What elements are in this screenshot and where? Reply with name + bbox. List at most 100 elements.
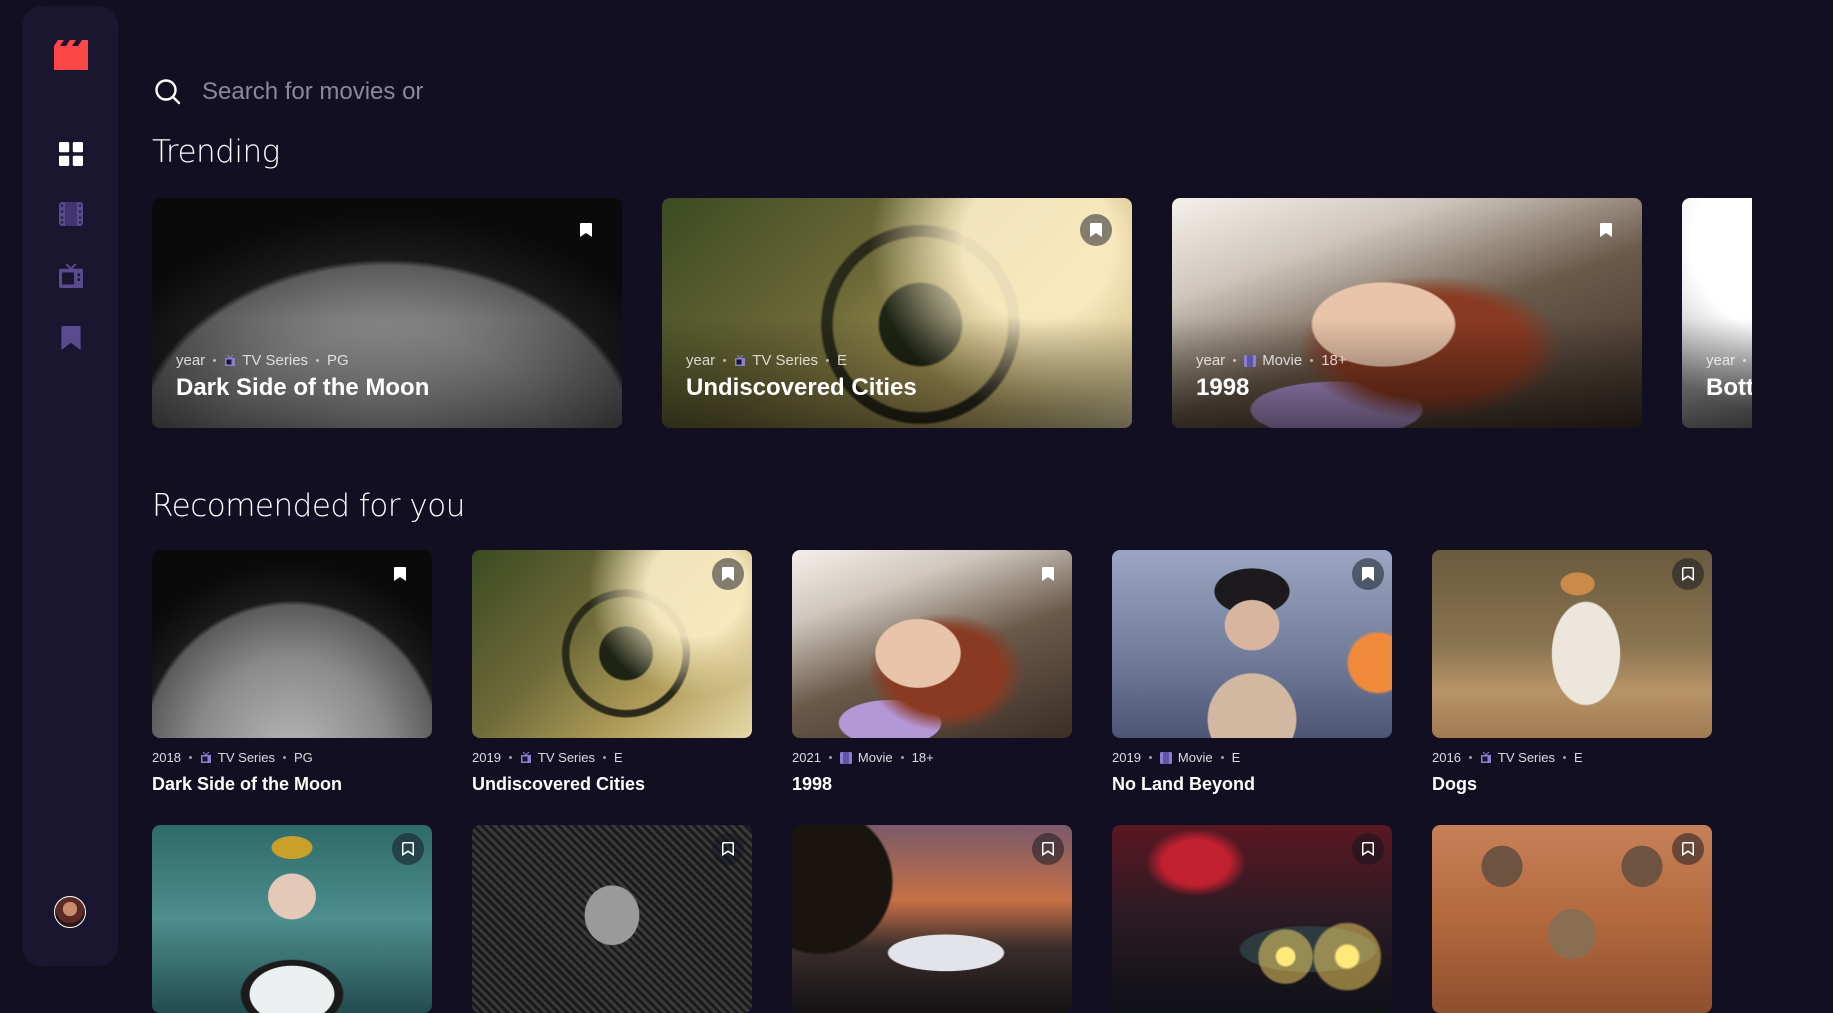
card-title[interactable]: Undiscovered Cities [472,774,645,795]
trending-category: Movie [1262,352,1303,369]
separator-dot [213,359,217,362]
bookmark-button[interactable] [1032,833,1064,865]
tv-series-icon [1480,752,1492,764]
card-title[interactable]: Dark Side of the Moon [152,774,342,795]
separator-dot [1220,756,1224,759]
recommended-card[interactable]: 2018 TV Series PG Dark Side of the Moon [152,550,432,794]
separator-dot [508,756,512,759]
bookmark-button[interactable] [1352,833,1384,865]
separator-dot [1310,359,1314,362]
recommended-card[interactable]: 2021 Movie 18+ 1998 [792,550,1072,794]
thumbnail[interactable] [1432,825,1712,1013]
card-title[interactable]: Dogs [1432,774,1477,795]
card-rating: PG [294,750,313,765]
card-year: 2019 [1112,750,1141,765]
bookmark-button[interactable] [1672,833,1704,865]
bookmark-button[interactable] [1352,558,1384,590]
recommended-card[interactable] [1112,825,1392,1013]
bookmark-button[interactable] [1080,214,1112,246]
card-rating: E [1574,750,1583,765]
separator-dot [316,359,320,362]
trending-card[interactable]: year Movie 18+ 1998 [1172,198,1642,428]
recommended-card[interactable]: 2016 TV Series E Dogs [1432,550,1712,794]
recommended-card[interactable]: 2019 TV Series E Undiscovered Cities [472,550,752,794]
bookmark-button[interactable] [570,214,602,246]
thumbnail[interactable] [152,550,432,738]
trending-card[interactable]: year TV Series PG Dark Side of the Moon [152,198,622,428]
trending-year: year [686,352,716,369]
avatar[interactable] [54,896,86,928]
recommended-card[interactable] [152,825,432,1013]
separator-dot [188,756,192,759]
bookmark-button[interactable] [712,558,744,590]
card-year: 2018 [152,750,181,765]
movie-icon [1160,752,1172,764]
card-rating: E [1231,750,1241,765]
trending-title: Botto [1706,374,1752,401]
recommended-card[interactable] [1432,825,1712,1013]
trending-category: TV Series [752,352,819,369]
thumbnail[interactable] [152,825,432,1013]
card-gradient [1682,318,1752,428]
separator-dot [723,359,727,362]
separator-dot [1233,359,1237,362]
recommended-card[interactable] [792,825,1072,1013]
bookmark-button[interactable] [1590,214,1622,246]
card-meta: 2018 TV Series PG [152,750,313,765]
thumbnail[interactable] [472,825,752,1013]
trending-rating: E [837,352,848,369]
recommended-card[interactable]: 2019 Movie E No Land Beyond [1112,550,1392,794]
tv-icon[interactable] [59,264,83,288]
separator-dot [603,756,606,759]
bookmark-filled-icon [1042,567,1054,581]
movie-icon [840,752,852,764]
card-year: 2019 [472,750,501,765]
card-meta: 2019 Movie E [1112,750,1240,765]
thumbnail[interactable] [1112,825,1392,1013]
bookmark-button[interactable] [384,558,416,590]
search-input[interactable] [200,76,800,108]
card-title[interactable]: No Land Beyond [1112,774,1255,795]
card-category: TV Series [537,750,595,765]
thumbnail[interactable] [472,550,752,738]
bookmark-empty-icon [1362,842,1374,856]
bookmark-empty-icon [1682,567,1694,581]
tv-series-icon [200,752,212,764]
thumbnail[interactable] [792,550,1072,738]
bookmark-filled-icon [722,567,734,581]
bookmark-filled-icon [1600,223,1612,237]
trending-title: Undiscovered Cities [686,374,917,401]
thumbnail[interactable] [1112,550,1392,738]
thumbnail[interactable] [792,825,1072,1013]
separator-dot [1468,756,1472,759]
card-gradient [152,318,622,428]
bookmark-empty-icon [722,842,734,856]
trending-year: year [1706,352,1736,369]
bookmark-button[interactable] [392,833,424,865]
tv-series-icon [224,355,236,367]
card-rating: 18+ [911,750,934,765]
tv-series-icon [520,752,532,764]
film-icon[interactable] [59,202,83,226]
trending-card[interactable]: year TV Series E Undiscovered Cities [662,198,1132,428]
card-meta: 2021 Movie 18+ [792,750,934,765]
trending-carousel[interactable]: year TV Series PG Dark Side of the Moon … [152,198,1752,428]
trending-rating: 18+ [1321,352,1347,369]
movie-clapper-icon[interactable] [54,40,88,70]
bookmark-empty-icon [1042,842,1054,856]
card-rating: E [614,750,623,765]
bookmark-nav-icon[interactable] [59,326,83,350]
card-gradient [1172,318,1642,428]
bookmark-button[interactable] [1032,558,1064,590]
card-gradient [662,318,1132,428]
bookmark-button[interactable] [1672,558,1704,590]
trending-card[interactable]: year Botto [1682,198,1752,428]
bookmark-filled-icon [394,567,406,581]
separator-dot [900,756,904,759]
trending-meta: year Movie 18+ [1196,352,1347,369]
thumbnail[interactable] [1432,550,1712,738]
grid-icon[interactable] [59,142,83,166]
bookmark-button[interactable] [712,833,744,865]
card-title[interactable]: 1998 [792,774,832,795]
recommended-card[interactable] [472,825,752,1013]
